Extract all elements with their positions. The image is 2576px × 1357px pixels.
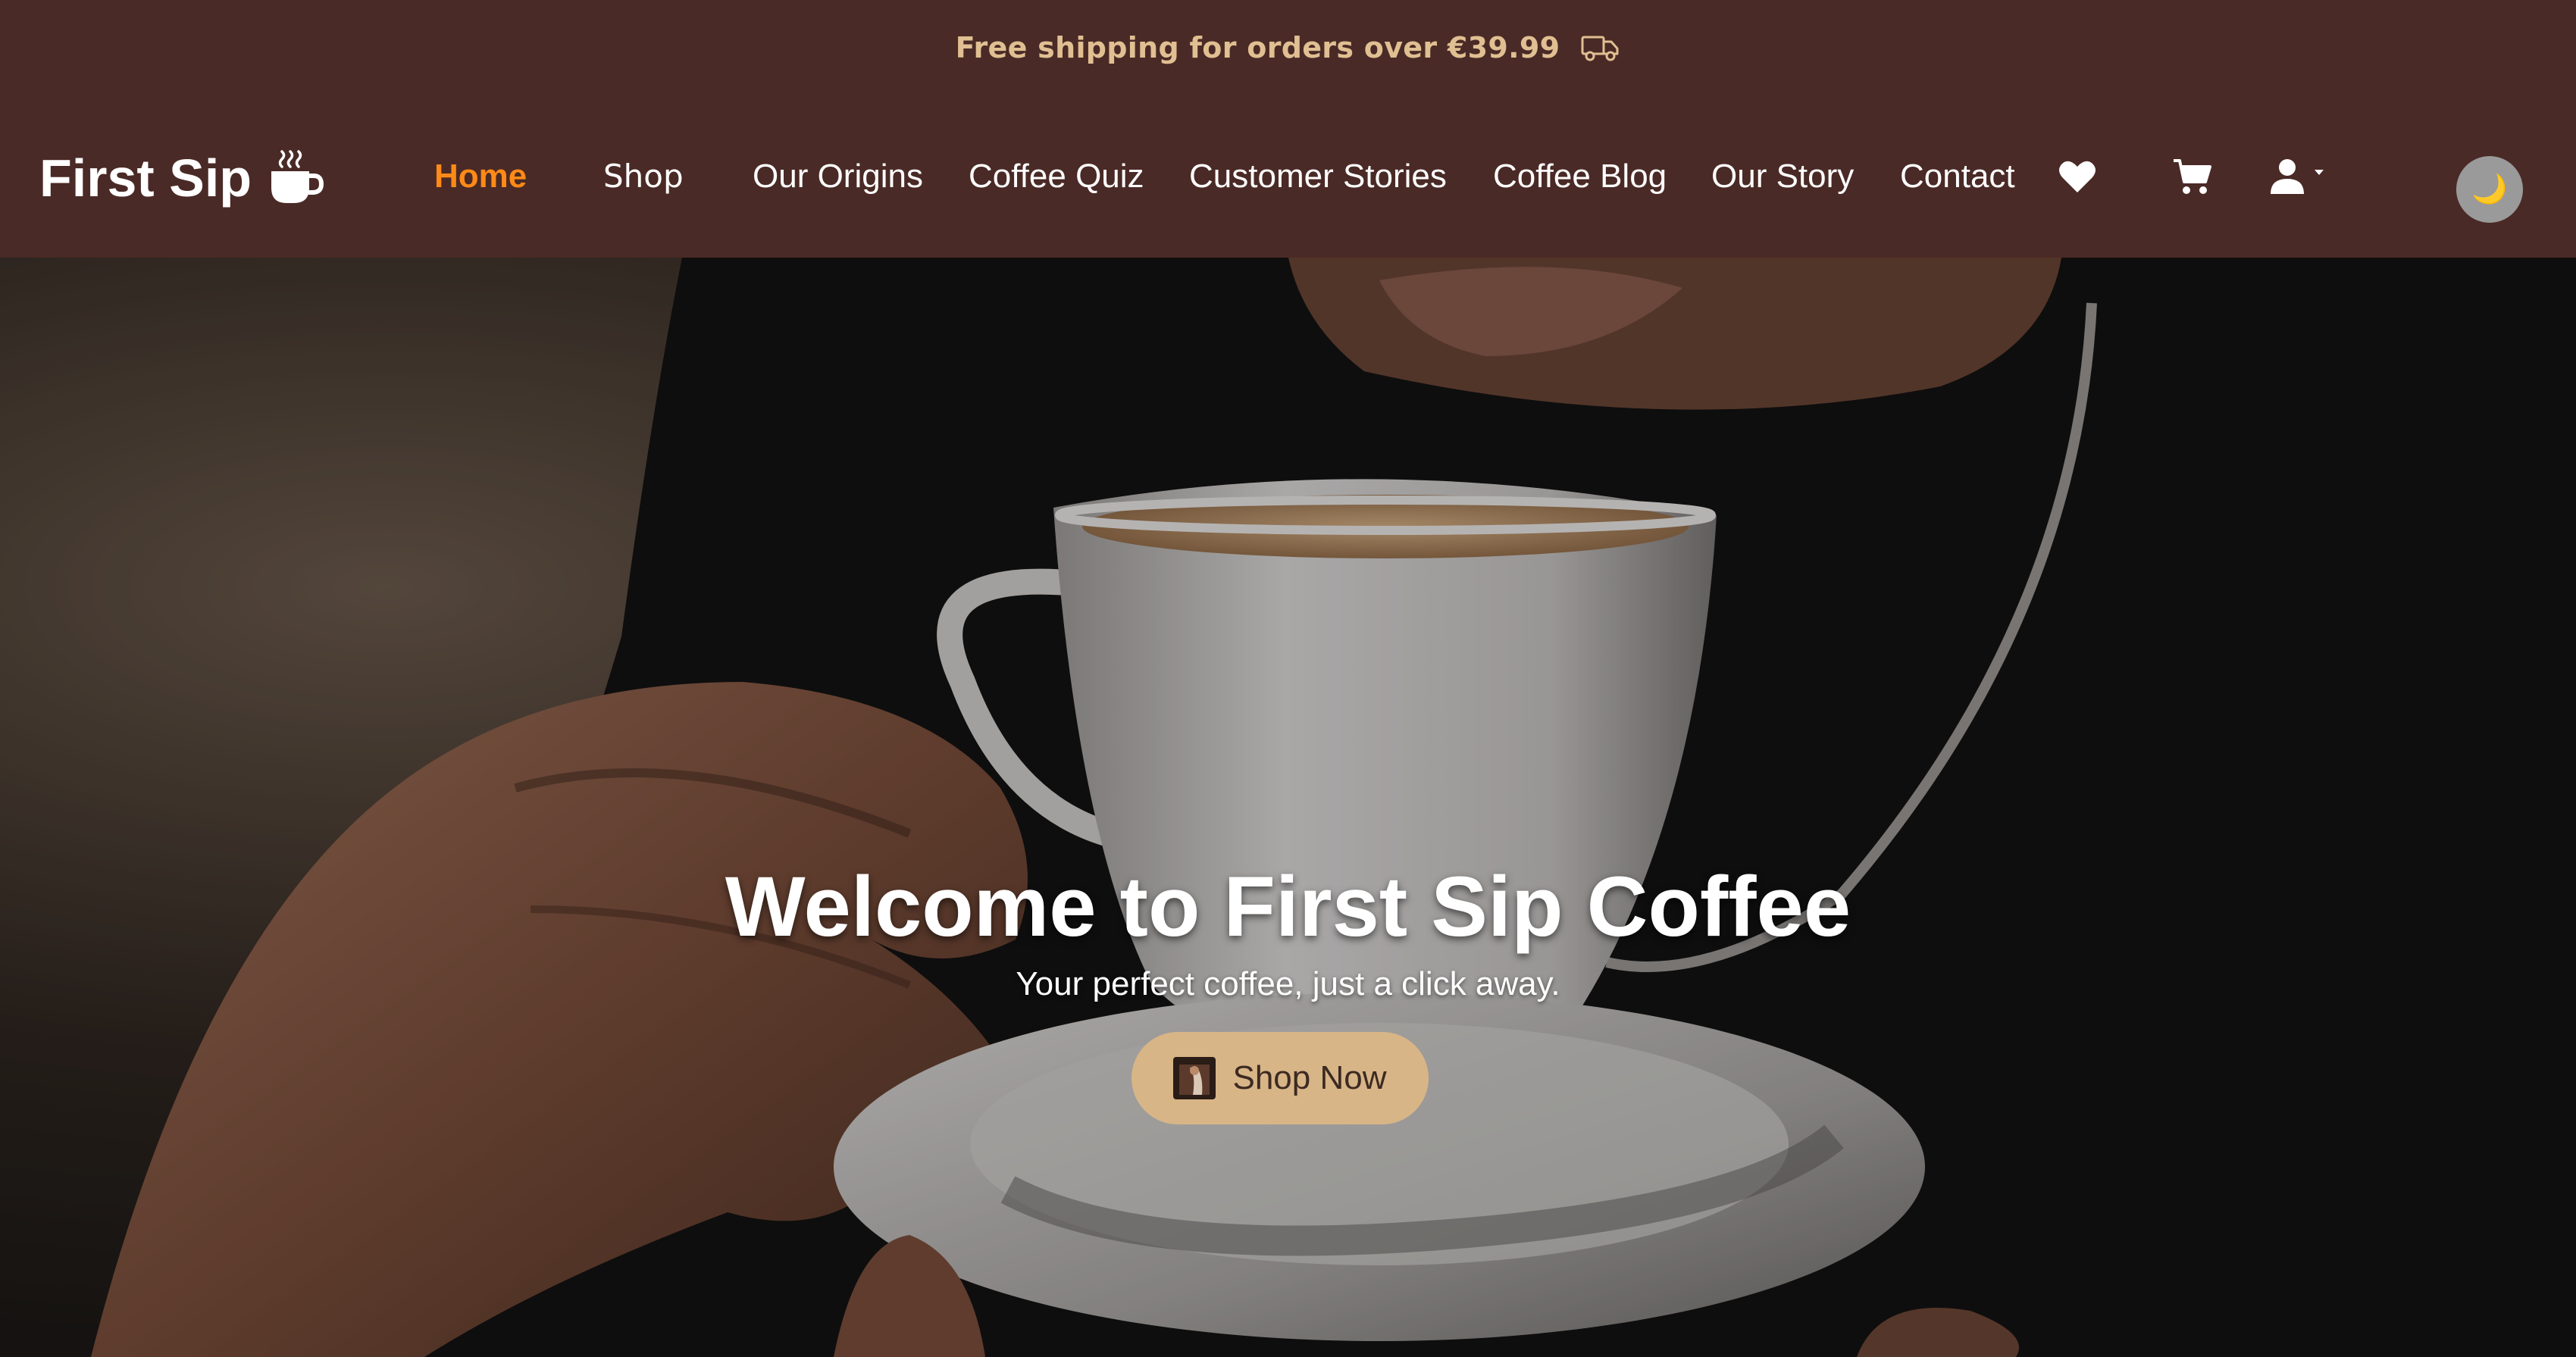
hero-title: Welcome to First Sip Coffee [725,859,1851,955]
nav-link-home[interactable]: Home [434,95,527,258]
moon-icon: 🌙 [2471,174,2508,205]
heart-icon [2059,161,2096,192]
cart-icon [2174,159,2211,194]
nav-link-customer-stories[interactable]: Customer Stories [1189,95,1447,258]
shop-now-label: Shop Now [1232,1059,1387,1096]
promo-bar: Free shipping for orders over €39.99 [0,0,2576,95]
wishlist-button[interactable] [2058,95,2096,258]
nav-link-our-origins[interactable]: Our Origins [753,95,923,258]
hero-background-image [0,258,2576,1357]
nav-link-contact[interactable]: Contact [1900,95,2015,258]
main-navbar: First Sip Home Shop Our Origins Coffee Q… [0,95,2576,258]
hero-section: Welcome to First Sip Coffee Your perfect… [0,258,2576,1357]
nav-link-shop[interactable]: Shop [603,95,684,258]
account-menu-button[interactable] [2269,95,2330,258]
truck-icon [1581,36,1619,61]
nav-link-our-story[interactable]: Our Story [1711,95,1854,258]
promo-text: Free shipping for orders over €39.99 [955,31,1560,64]
user-icon [2271,159,2324,194]
hero-subtitle: Your perfect coffee, just a click away. [1016,965,1560,1002]
nav-link-coffee-quiz[interactable]: Coffee Quiz [969,95,1144,258]
nav-link-coffee-blog[interactable]: Coffee Blog [1493,95,1667,258]
theme-toggle-button[interactable]: 🌙 [2456,156,2523,223]
cart-button[interactable] [2172,95,2211,258]
shop-now-button[interactable]: Shop Now [1131,1032,1429,1124]
coffee-thumbnail-icon [1173,1057,1216,1099]
